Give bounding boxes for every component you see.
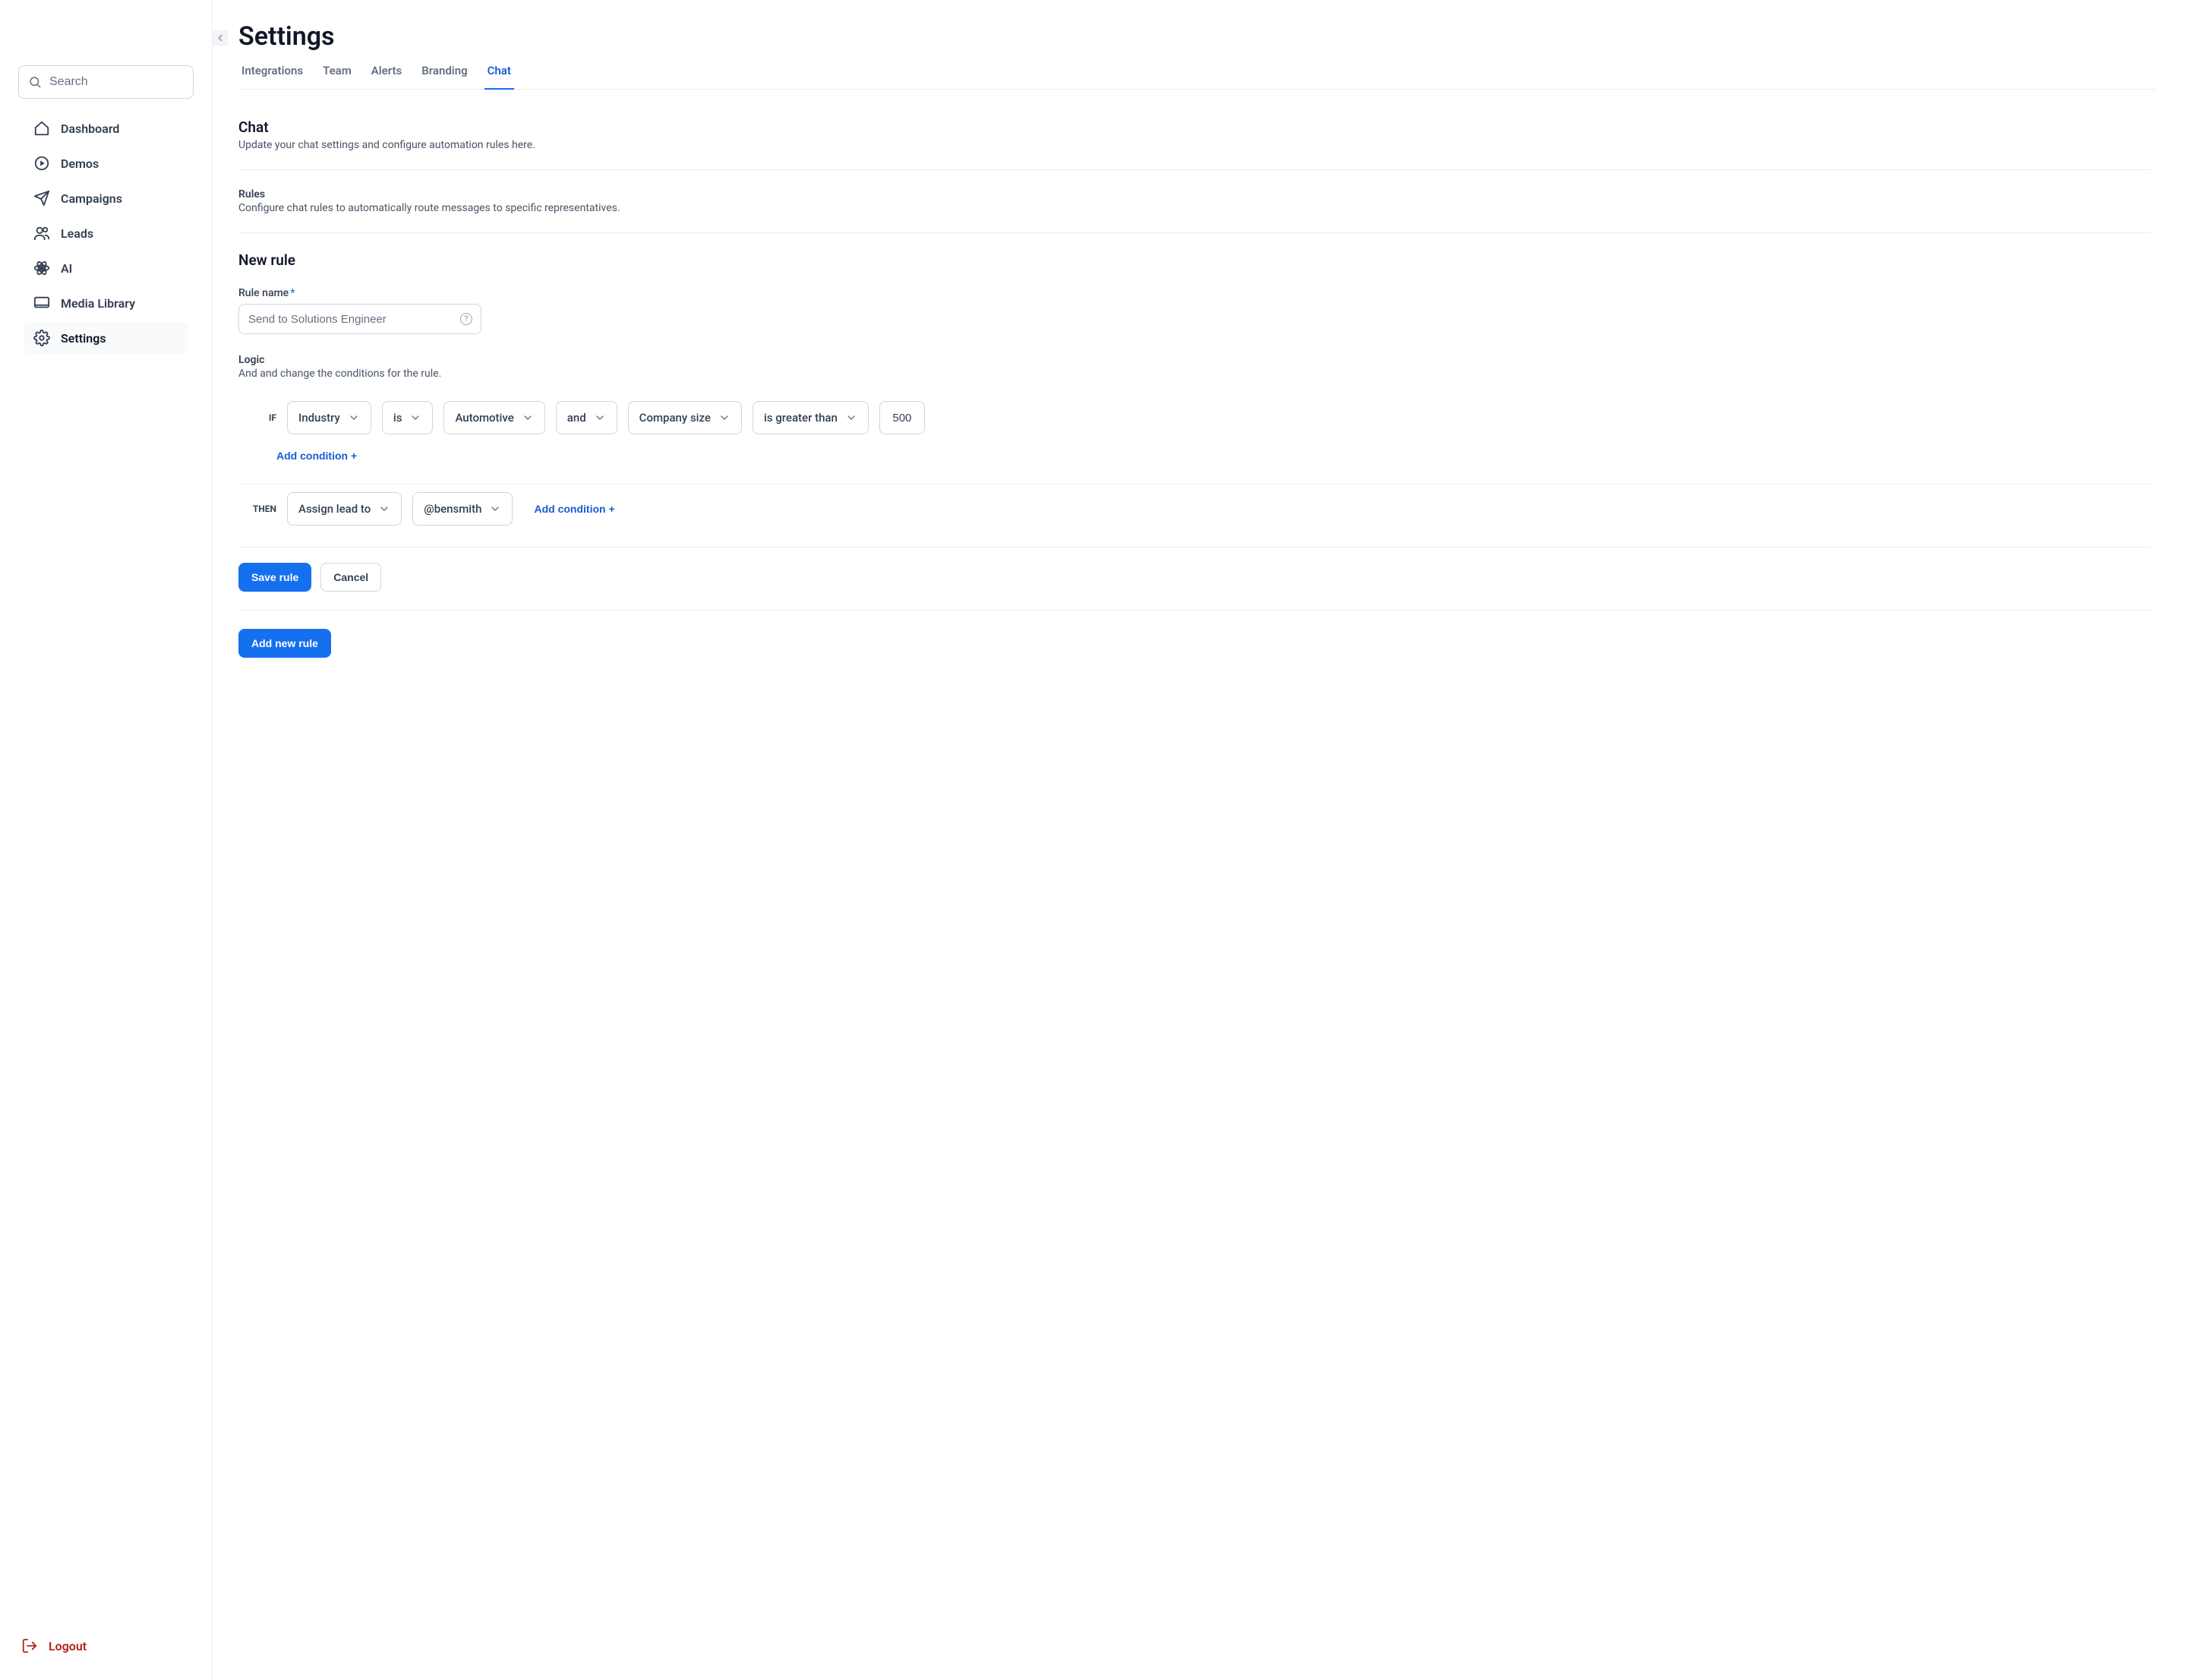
nav-item-label: Settings: [61, 331, 106, 346]
divider: [238, 610, 2151, 611]
monitor-icon: [33, 295, 50, 311]
add-if-condition-button[interactable]: Add condition +: [276, 450, 357, 462]
tab-team[interactable]: Team: [320, 64, 355, 90]
tabs: Integrations Team Alerts Branding Chat: [238, 64, 2157, 90]
nav-item-label: Media Library: [61, 296, 135, 311]
nav-item-dashboard[interactable]: Dashboard: [24, 112, 188, 144]
cancel-button[interactable]: Cancel: [320, 563, 381, 592]
if-value1-select[interactable]: Automotive: [443, 401, 544, 434]
rules-subheading: Configure chat rules to automatically ro…: [238, 202, 2151, 214]
add-then-condition-button[interactable]: Add condition +: [534, 503, 614, 515]
divider: [238, 169, 2151, 170]
nav-item-label: Demos: [61, 156, 99, 171]
if-joiner-select[interactable]: and: [556, 401, 617, 434]
then-row: THEN Assign lead to @bensmith Add condit…: [238, 492, 2151, 539]
home-icon: [33, 120, 50, 137]
nav-item-demos[interactable]: Demos: [24, 147, 188, 179]
page-title: Settings: [238, 21, 2151, 52]
if-op2-select[interactable]: is greater than: [753, 401, 869, 434]
chevron-down-icon: [378, 503, 390, 515]
main-content: Settings Integrations Team Alerts Brandi…: [213, 0, 2187, 1680]
chevron-down-icon: [348, 412, 360, 424]
users-icon: [33, 225, 50, 242]
logic-heading: Logic: [238, 354, 2151, 366]
rules-heading: Rules: [238, 188, 2151, 201]
nav-item-label: AI: [61, 261, 72, 276]
nav-item-ai[interactable]: AI: [24, 252, 188, 284]
chat-subheading: Update your chat settings and configure …: [238, 139, 2151, 151]
if-label: IF: [238, 412, 276, 423]
sidebar: Dashboard Demos Campaigns: [0, 0, 213, 1680]
rule-name-label: Rule name*: [238, 287, 2151, 299]
chevron-down-icon: [489, 503, 501, 515]
logout-label: Logout: [49, 1639, 87, 1653]
new-rule-heading: New rule: [238, 251, 2151, 269]
chevron-down-icon: [845, 412, 857, 424]
save-rule-button[interactable]: Save rule: [238, 563, 311, 592]
tab-integrations[interactable]: Integrations: [238, 64, 306, 90]
nav-item-media-library[interactable]: Media Library: [24, 287, 188, 319]
logout-icon: [21, 1637, 38, 1654]
if-row: IF Industry is Automotive and: [238, 401, 2151, 448]
if-op1-select[interactable]: is: [382, 401, 434, 434]
gear-icon: [33, 330, 50, 346]
send-icon: [33, 190, 50, 207]
nav: Dashboard Demos Campaigns: [12, 112, 200, 354]
if-value2-input[interactable]: [879, 401, 925, 434]
atom-icon: [33, 260, 50, 276]
chat-heading: Chat: [238, 118, 2151, 136]
then-label: THEN: [238, 504, 276, 514]
nav-item-label: Leads: [61, 226, 93, 241]
required-indicator: *: [290, 287, 295, 299]
chevron-down-icon: [718, 412, 731, 424]
add-new-rule-button[interactable]: Add new rule: [238, 629, 331, 658]
search-icon: [28, 75, 42, 89]
tab-alerts[interactable]: Alerts: [368, 64, 406, 90]
tab-branding[interactable]: Branding: [418, 64, 470, 90]
play-circle-icon: [33, 155, 50, 172]
nav-item-settings[interactable]: Settings: [24, 322, 188, 354]
chevron-down-icon: [594, 412, 606, 424]
if-field2-select[interactable]: Company size: [628, 401, 742, 434]
divider: [238, 232, 2151, 233]
chevron-down-icon: [409, 412, 421, 424]
nav-item-campaigns[interactable]: Campaigns: [24, 182, 188, 214]
if-field1-select[interactable]: Industry: [287, 401, 371, 434]
tab-chat[interactable]: Chat: [484, 64, 514, 90]
logout-button[interactable]: Logout: [12, 1630, 200, 1662]
nav-item-leads[interactable]: Leads: [24, 217, 188, 249]
chevron-down-icon: [522, 412, 534, 424]
search-input[interactable]: [18, 65, 194, 99]
search-wrap: [18, 65, 194, 99]
rule-name-input[interactable]: [238, 304, 481, 334]
then-target-select[interactable]: @bensmith: [412, 492, 513, 526]
nav-item-label: Campaigns: [61, 191, 122, 206]
then-action-select[interactable]: Assign lead to: [287, 492, 402, 526]
chevron-left-icon: [215, 33, 226, 43]
help-icon[interactable]: ?: [460, 313, 472, 325]
logic-subheading: And and change the conditions for the ru…: [238, 368, 2151, 380]
nav-item-label: Dashboard: [61, 122, 119, 136]
back-button[interactable]: [213, 30, 228, 46]
